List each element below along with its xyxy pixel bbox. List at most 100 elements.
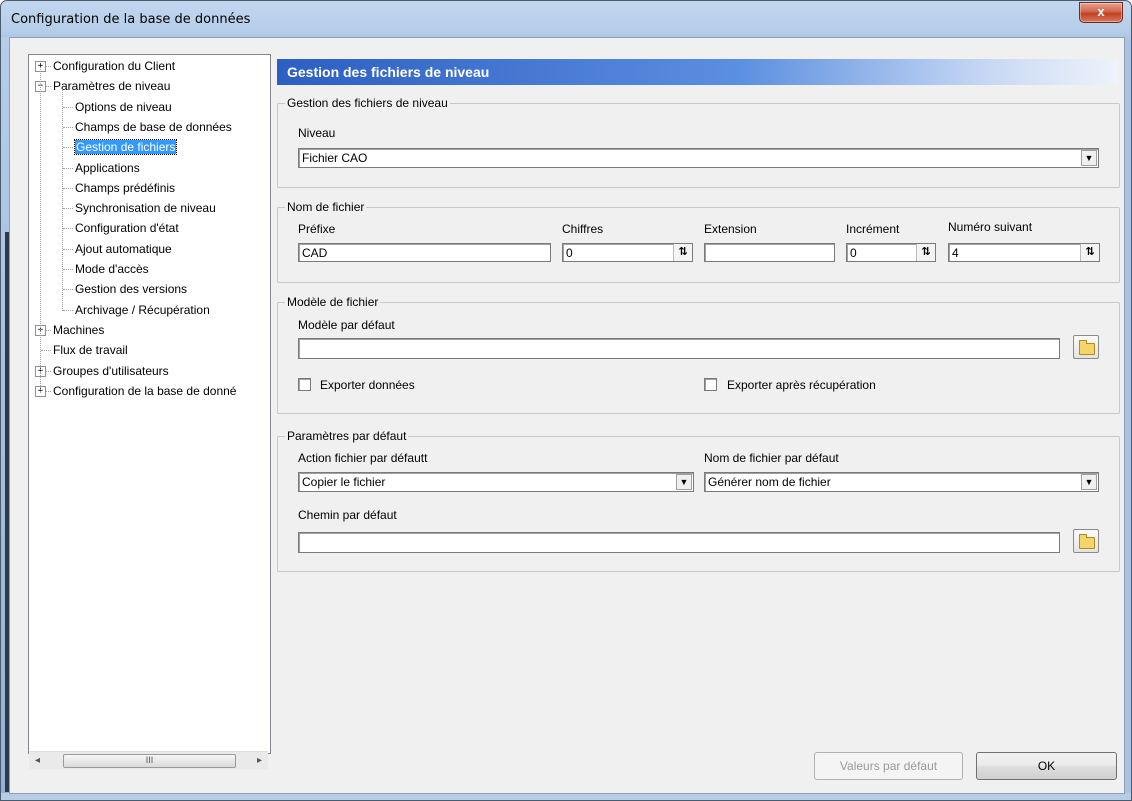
default-action-select[interactable]: Copier le fichier ▼ bbox=[298, 472, 694, 492]
tree-item[interactable]: Machines bbox=[53, 321, 104, 339]
export-data-label: Exporter données bbox=[320, 378, 415, 392]
export-after-retrieval-checkbox[interactable] bbox=[704, 378, 717, 391]
group-level-files bbox=[277, 103, 1120, 188]
chevron-down-icon[interactable]: ▼ bbox=[676, 474, 692, 490]
tree-item[interactable]: Options de niveau bbox=[75, 98, 172, 116]
group-template-title: Modèle de fichier bbox=[285, 295, 381, 309]
tree-item-label: Ajout automatique bbox=[75, 241, 172, 256]
tree-item-label: Applications bbox=[75, 160, 140, 175]
tree-connector bbox=[63, 309, 73, 311]
tree-item-label: Configuration du Client bbox=[53, 59, 176, 73]
tree-connector bbox=[63, 289, 73, 291]
tree-horizontal-scrollbar[interactable]: ◂ III ▸ bbox=[29, 751, 268, 769]
extension-label: Extension bbox=[704, 222, 757, 236]
tree-item[interactable]: Synchronisation de niveau bbox=[75, 199, 216, 217]
tree-item-label: Archivage / Récupération bbox=[75, 302, 210, 317]
spin-arrows-icon[interactable]: ⇅ bbox=[673, 244, 692, 261]
folder-icon bbox=[1079, 534, 1095, 549]
window-left-border bbox=[1, 37, 9, 800]
window-bottom-border bbox=[1, 793, 1131, 800]
tree-item[interactable]: Gestion des versions bbox=[75, 280, 187, 298]
increment-stepper[interactable]: 0 ⇅ bbox=[846, 243, 936, 262]
tree-item-label: Synchronisation de niveau bbox=[75, 201, 216, 216]
digits-value: 0 bbox=[566, 246, 573, 260]
tree-connector bbox=[63, 106, 73, 108]
tree-item-label: Paramètres de niveau bbox=[53, 79, 171, 94]
chevron-down-icon[interactable]: ▼ bbox=[1081, 150, 1097, 166]
tree-connector bbox=[63, 269, 73, 270]
default-template-field[interactable] bbox=[298, 338, 1060, 359]
tree-item[interactable]: Applications bbox=[75, 159, 140, 177]
scroll-thumb-grip: III bbox=[145, 755, 154, 765]
tree-item[interactable]: Gestion de fichiers bbox=[73, 138, 178, 156]
window-title: Configuration de la base de données bbox=[11, 12, 251, 27]
tree-item-label: Gestion des versions bbox=[75, 282, 188, 297]
close-button[interactable]: x bbox=[1079, 2, 1123, 23]
tree-connector bbox=[63, 228, 73, 230]
chevron-down-icon[interactable]: ▼ bbox=[1081, 474, 1097, 490]
spin-arrows-icon[interactable]: ⇅ bbox=[1080, 244, 1099, 261]
default-filename-select[interactable]: Générer nom de fichier ▼ bbox=[704, 472, 1099, 492]
default-filename-label: Nom de fichier par défaut bbox=[704, 451, 839, 465]
tree-item-label: Flux de travail bbox=[53, 343, 128, 358]
tree-item[interactable]: Flux de travail bbox=[53, 341, 128, 359]
extension-field[interactable] bbox=[704, 243, 835, 262]
browse-path-button[interactable] bbox=[1073, 529, 1099, 553]
tree-connector bbox=[63, 208, 73, 210]
tree-connector bbox=[40, 67, 41, 392]
tree-item[interactable]: Configuration d'état bbox=[75, 219, 179, 237]
default-action-value: Copier le fichier bbox=[302, 475, 386, 489]
tree-item[interactable]: Configuration de la base de donné bbox=[53, 382, 236, 400]
default-filename-value: Générer nom de fichier bbox=[708, 475, 831, 489]
tree-item[interactable]: Mode d'accès bbox=[75, 260, 149, 278]
scroll-left-icon[interactable]: ◂ bbox=[29, 752, 46, 769]
tree-item-label: Configuration d'état bbox=[75, 221, 179, 236]
tree-item-label: Groupes d'utilisateurs bbox=[53, 363, 169, 378]
scroll-thumb[interactable]: III bbox=[63, 754, 236, 768]
tree-item[interactable]: Groupes d'utilisateurs bbox=[53, 362, 169, 380]
panel-header: Gestion des fichiers de niveau bbox=[277, 59, 1118, 85]
scroll-right-icon[interactable]: ▸ bbox=[251, 752, 268, 769]
title-bar[interactable]: Configuration de la base de données x bbox=[1, 1, 1131, 37]
niveau-select[interactable]: Fichier CAO ▼ bbox=[298, 148, 1099, 168]
tree-connector bbox=[63, 248, 73, 250]
niveau-label: Niveau bbox=[298, 126, 336, 140]
prefix-label: Préfixe bbox=[298, 222, 336, 236]
next-number-label: Numéro suivant bbox=[948, 220, 1033, 234]
restore-defaults-button[interactable]: Valeurs par défaut bbox=[814, 752, 963, 780]
default-path-field[interactable] bbox=[298, 532, 1060, 553]
tree-connector bbox=[63, 167, 73, 169]
default-template-label: Modèle par défaut bbox=[298, 318, 395, 332]
tree-item-label: Champs de base de données bbox=[75, 119, 232, 134]
tree-item[interactable]: Configuration du Client bbox=[53, 57, 175, 75]
tree-item-label: Champs prédéfinis bbox=[75, 180, 176, 195]
browse-template-button[interactable] bbox=[1073, 335, 1099, 359]
tree-connector bbox=[62, 89, 63, 311]
digits-label: Chiffres bbox=[562, 222, 604, 236]
export-data-checkbox[interactable] bbox=[298, 378, 311, 391]
digits-stepper[interactable]: 0 ⇅ bbox=[562, 243, 693, 262]
tree-item[interactable]: Archivage / Récupération bbox=[75, 301, 210, 319]
tree-item[interactable]: Champs prédéfinis bbox=[75, 179, 175, 197]
tree-item-label: Configuration de la base de donné bbox=[53, 383, 237, 398]
next-number-stepper[interactable]: 4 ⇅ bbox=[948, 243, 1100, 262]
spin-arrows-icon[interactable]: ⇅ bbox=[916, 244, 935, 261]
tree-item-label: Mode d'accès bbox=[75, 262, 149, 276]
tree-item[interactable]: Paramètres de niveau bbox=[53, 77, 170, 95]
default-path-label: Chemin par défaut bbox=[298, 508, 397, 522]
export-after-retrieval-label: Exporter après récupération bbox=[727, 378, 876, 392]
group-level-files-title: Gestion des fichiers de niveau bbox=[285, 96, 450, 110]
ok-button[interactable]: OK bbox=[976, 752, 1117, 780]
tree-connector bbox=[63, 147, 73, 149]
tree-connector bbox=[41, 350, 51, 352]
tree-item[interactable]: Champs de base de données bbox=[75, 118, 232, 136]
prefix-field[interactable]: CAD bbox=[298, 243, 551, 262]
tree-connector bbox=[63, 126, 73, 128]
niveau-select-value: Fichier CAO bbox=[302, 151, 368, 165]
tree-item[interactable]: Ajout automatique bbox=[75, 240, 172, 258]
navigation-tree[interactable]: Configuration du Client + Paramètres de ni… bbox=[28, 54, 271, 754]
next-number-value: 4 bbox=[952, 246, 959, 260]
increment-value: 0 bbox=[850, 246, 857, 260]
tree-item-label: Gestion de fichiers bbox=[73, 139, 178, 156]
group-defaults-title: Paramètres par défaut bbox=[285, 429, 409, 443]
